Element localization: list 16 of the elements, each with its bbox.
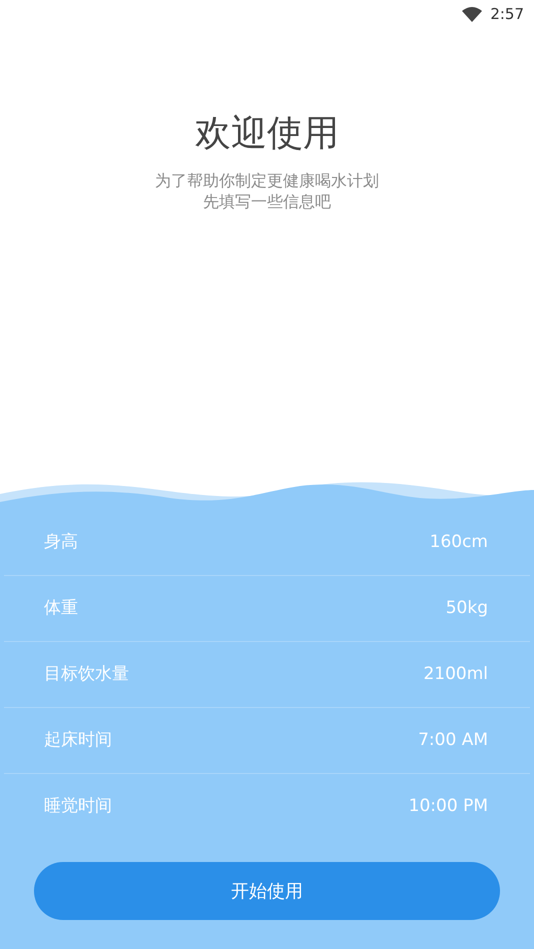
field-label: 目标饮水量 xyxy=(44,662,129,686)
field-value[interactable]: 2100ml xyxy=(423,662,488,688)
field-label: 睡觉时间 xyxy=(44,795,112,818)
start-button[interactable]: 开始使用 xyxy=(34,862,500,920)
field-value[interactable]: 50kg xyxy=(446,596,488,622)
field-value[interactable]: 7:00 AM xyxy=(418,728,488,754)
field-label: 体重 xyxy=(44,596,78,620)
subtitle-line: 为了帮助你制定更健康喝水计划 xyxy=(155,171,379,192)
wifi-icon xyxy=(462,6,482,22)
field-label: 起床时间 xyxy=(44,728,112,752)
subtitle-line: 先填写一些信息吧 xyxy=(203,192,331,213)
welcome-title: 欢迎使用 xyxy=(195,113,339,154)
field-value[interactable]: 10:00 PM xyxy=(408,794,488,820)
status-time: 2:57 xyxy=(490,4,524,25)
field-label: 身高 xyxy=(44,530,78,554)
field-value[interactable]: 160cm xyxy=(430,530,488,556)
